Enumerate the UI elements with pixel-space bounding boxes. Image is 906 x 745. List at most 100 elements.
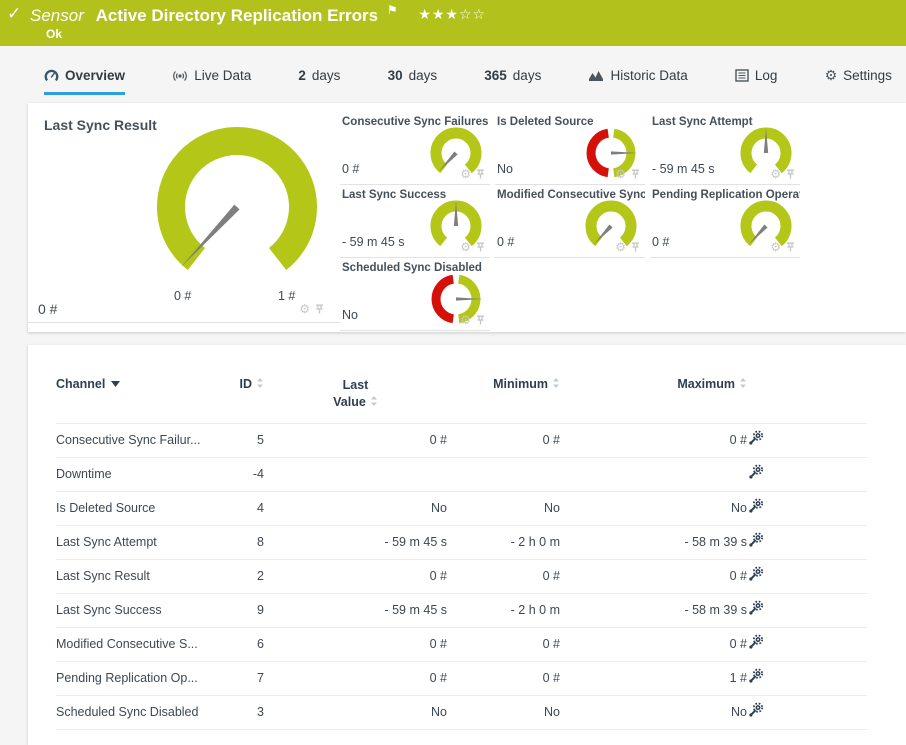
channel-maximum: [560, 456, 747, 492]
gear-icon[interactable]: ⚙: [615, 168, 626, 180]
pin-icon[interactable]: [315, 304, 324, 314]
tab-2-days[interactable]: 2 days: [298, 68, 340, 95]
tab-log[interactable]: Log: [735, 68, 778, 95]
pin-icon[interactable]: [786, 169, 795, 179]
channel-maximum: No: [560, 490, 747, 526]
gear-icon[interactable]: ⚙: [615, 241, 626, 253]
channel-maximum: 1 #: [560, 660, 747, 696]
gauge-value: No: [497, 162, 513, 176]
channel-settings-icon[interactable]: [747, 532, 764, 549]
gauge-value: 0 #: [652, 235, 670, 249]
gear-icon[interactable]: ⚙: [460, 314, 471, 326]
column-header-id[interactable]: ID: [230, 361, 264, 423]
pin-icon[interactable]: [476, 169, 485, 179]
gauge-cell: Is Deleted Source No ⚙: [495, 113, 645, 185]
channel-id: 5: [230, 422, 264, 458]
star-rating[interactable]: ★★★☆☆: [418, 7, 486, 23]
flag-icon[interactable]: ⚑: [387, 3, 398, 17]
channel-minimum: - 2 h 0 m: [447, 592, 560, 628]
channel-minimum: 0 #: [447, 626, 560, 662]
channel-settings-icon[interactable]: [747, 566, 764, 583]
channel-edit-cell[interactable]: [747, 558, 867, 594]
channel-id: 2: [230, 558, 264, 594]
tab-label: days: [512, 68, 542, 83]
channel-edit-cell[interactable]: [747, 490, 867, 526]
tab-label: Settings: [843, 68, 892, 83]
gear-icon[interactable]: ⚙: [460, 168, 471, 180]
channel-edit-cell[interactable]: [747, 694, 867, 730]
channel-edit-cell[interactable]: [747, 626, 867, 662]
channel-settings-icon[interactable]: [747, 668, 764, 685]
table-row[interactable]: Modified Consecutive S... 6 0 #0 #0 #: [56, 626, 867, 662]
channel-maximum: 0 #: [560, 558, 747, 594]
tab-settings[interactable]: ⚙ Settings: [825, 68, 892, 95]
channel-edit-cell[interactable]: [747, 422, 867, 458]
tab-label: Live Data: [194, 68, 252, 83]
gear-icon[interactable]: ⚙: [460, 241, 471, 253]
channel-name: Is Deleted Source: [56, 490, 230, 526]
channel-settings-icon[interactable]: [747, 600, 764, 617]
pin-icon[interactable]: [476, 315, 485, 325]
channel-name: Scheduled Sync Disabled: [56, 694, 230, 730]
channel-maximum: - 58 m 39 s: [560, 592, 747, 628]
sort-icon: [257, 378, 263, 388]
pin-icon[interactable]: [631, 242, 640, 252]
pin-icon[interactable]: [631, 169, 640, 179]
tab-historic-data[interactable]: Historic Data: [588, 68, 688, 95]
column-header-channel[interactable]: Channel: [56, 361, 230, 423]
table-row[interactable]: Last Sync Attempt 8- 59 m 45 s- 2 h 0 m- …: [56, 524, 867, 560]
tab-bar: Overview Live Data 2 days 30 days 365 days Histo…: [0, 46, 906, 95]
table-row[interactable]: Is Deleted Source 4 No No No: [56, 490, 867, 526]
channel-name: Last Sync Result: [56, 558, 230, 594]
log-icon: [735, 69, 749, 82]
small-gauge-grid: Consecutive Sync Failures 0 # ⚙ Is Deleted …: [340, 113, 906, 332]
tab-30-days[interactable]: 30 days: [388, 68, 438, 95]
channel-name: Last Sync Attempt: [56, 524, 230, 560]
channel-settings-icon[interactable]: [747, 498, 764, 515]
tab-live-data[interactable]: Live Data: [172, 68, 251, 95]
column-header-maximum[interactable]: Maximum: [560, 361, 747, 423]
channel-edit-cell[interactable]: [747, 456, 867, 492]
gear-icon[interactable]: ⚙: [299, 303, 310, 315]
settings-icon: ⚙: [824, 67, 838, 84]
channel-settings-icon[interactable]: [747, 634, 764, 651]
gear-icon[interactable]: ⚙: [770, 168, 781, 180]
tab-label: Log: [754, 68, 778, 83]
channel-minimum: [447, 456, 560, 492]
channel-last-value: 0 #: [264, 660, 447, 696]
channel-settings-icon[interactable]: [747, 430, 764, 447]
table-row[interactable]: Consecutive Sync Failur... 5 0 #0 #0 #: [56, 422, 867, 458]
tab-365-days[interactable]: 365 days: [484, 68, 541, 95]
gauge-actions: ⚙: [615, 241, 640, 253]
gear-icon[interactable]: ⚙: [770, 241, 781, 253]
pin-icon[interactable]: [786, 242, 795, 252]
tab-overview[interactable]: Overview: [44, 68, 126, 95]
main-gauge-actions: ⚙: [299, 303, 324, 315]
table-row[interactable]: Pending Replication Op... 7 0 #0 #1 #: [56, 660, 867, 696]
table-row[interactable]: Last Sync Result 2 0 #0 #0 #: [56, 558, 867, 594]
gauge-actions: ⚙: [460, 168, 485, 180]
gauge-cell: Modified Consecutive Sync F...0 #⚙: [495, 186, 645, 258]
channel-id: 4: [230, 490, 264, 526]
channel-edit-cell[interactable]: [747, 660, 867, 696]
channel-settings-icon[interactable]: [747, 464, 764, 481]
channel-last-value: No: [264, 694, 447, 730]
pin-icon[interactable]: [476, 242, 485, 252]
channel-edit-cell[interactable]: [747, 592, 867, 628]
channel-maximum: No: [560, 694, 747, 730]
table-row[interactable]: Last Sync Success 9- 59 m 45 s- 2 h 0 m- …: [56, 592, 867, 628]
gauge-cell: Scheduled Sync Disabled No ⚙: [340, 259, 490, 331]
channel-maximum: 0 #: [560, 626, 747, 662]
tab-label: Overview: [65, 68, 126, 83]
channel-id: -4: [230, 456, 264, 492]
channel-settings-icon[interactable]: [747, 702, 764, 719]
gauge-cell: Pending Replication Operatio...0 #⚙: [650, 186, 800, 258]
sensor-title-line: Sensor Active Directory Replication Erro…: [30, 3, 486, 26]
table-row[interactable]: Scheduled Sync Disabled 3 No No No: [56, 694, 867, 730]
live-data-icon: [172, 69, 188, 83]
channel-edit-cell[interactable]: [747, 524, 867, 560]
table-row[interactable]: Downtime -4: [56, 456, 867, 492]
channel-minimum: No: [447, 490, 560, 526]
column-header-last-value[interactable]: Last Value: [264, 361, 447, 423]
column-header-minimum[interactable]: Minimum: [447, 361, 560, 423]
